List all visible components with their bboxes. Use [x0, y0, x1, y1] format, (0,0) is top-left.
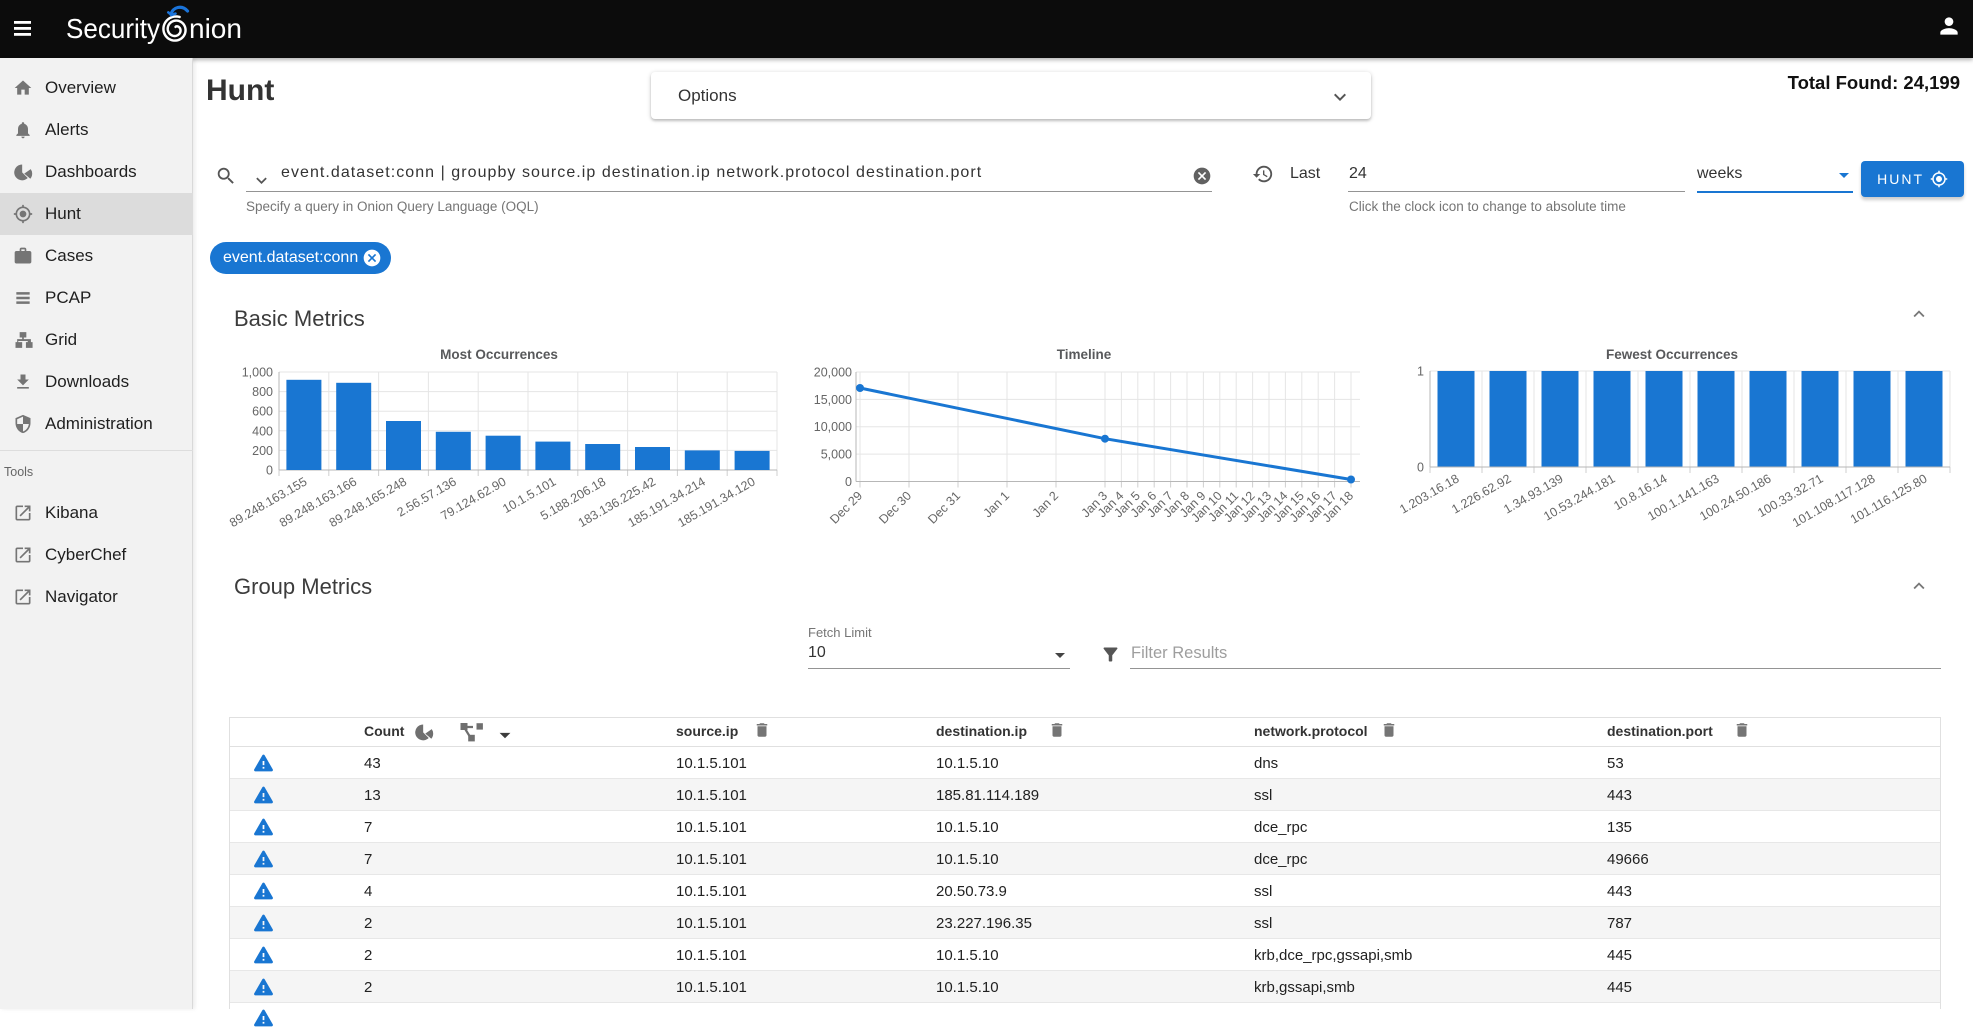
svg-text:20,000: 20,000: [814, 366, 852, 380]
svg-text:Dec 29: Dec 29: [827, 489, 865, 527]
svg-text:Fewest Occurrences: Fewest Occurrences: [1606, 347, 1738, 362]
svg-text:Dec 31: Dec 31: [925, 489, 963, 527]
svg-text:400: 400: [252, 424, 273, 438]
svg-text:Timeline: Timeline: [1057, 347, 1112, 362]
svg-text:Jan 2: Jan 2: [1030, 489, 1062, 521]
svg-text:0: 0: [266, 464, 273, 478]
svg-text:200: 200: [252, 444, 273, 458]
svg-text:800: 800: [252, 385, 273, 399]
svg-text:Dec 30: Dec 30: [876, 489, 914, 527]
svg-text:15,000: 15,000: [814, 393, 852, 407]
svg-text:10,000: 10,000: [814, 420, 852, 434]
svg-text:0: 0: [1417, 461, 1424, 475]
svg-text:1,000: 1,000: [242, 366, 273, 380]
svg-text:1: 1: [1417, 365, 1424, 379]
svg-text:0: 0: [845, 475, 852, 489]
svg-text:Jan 1: Jan 1: [981, 489, 1013, 521]
svg-text:600: 600: [252, 405, 273, 419]
svg-text:5,000: 5,000: [821, 448, 852, 462]
svg-text:Most Occurrences: Most Occurrences: [440, 347, 558, 362]
